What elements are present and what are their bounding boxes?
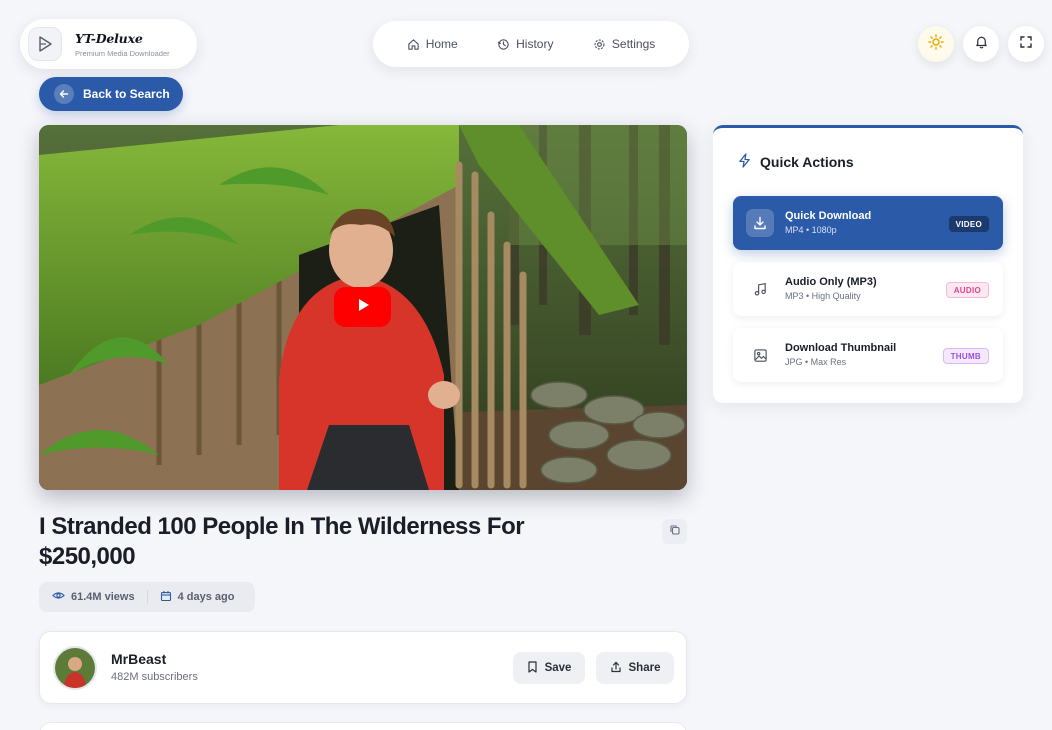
- channel-name[interactable]: MrBeast: [111, 651, 166, 667]
- arrow-left-icon: [54, 84, 74, 104]
- share-label: Share: [628, 662, 661, 674]
- nav-history[interactable]: History: [497, 37, 553, 51]
- sun-icon: [928, 33, 944, 55]
- video-title: I Stranded 100 People In The Wilderness …: [39, 513, 525, 570]
- eye-icon: [52, 589, 65, 605]
- notifications-button[interactable]: [963, 26, 999, 62]
- audio-only-title: Audio Only (MP3): [785, 276, 877, 288]
- save-button[interactable]: Save: [513, 652, 585, 684]
- gear-icon: [593, 38, 606, 51]
- home-icon: [407, 38, 420, 51]
- main-nav: Home History Settings: [373, 21, 689, 67]
- history-icon: [497, 38, 510, 51]
- nav-settings[interactable]: Settings: [593, 37, 655, 51]
- view-count: 61.4M views: [71, 591, 135, 603]
- download-icon: [746, 209, 774, 237]
- play-icon: [354, 296, 372, 319]
- quick-actions-panel: Quick Actions Quick Download MP4 • 1080p…: [713, 125, 1023, 403]
- copy-title-button[interactable]: [662, 519, 687, 544]
- brand-logo[interactable]: YT-Deluxe Premium Media Downloader: [20, 19, 197, 69]
- quick-download-format: MP4 • 1080p: [785, 225, 837, 235]
- brand-tagline: Premium Media Downloader: [75, 48, 170, 58]
- share-icon: [610, 661, 622, 676]
- audio-only-format: MP3 • High Quality: [785, 291, 861, 301]
- subscriber-count: 482M subscribers: [111, 671, 198, 683]
- share-button[interactable]: Share: [596, 652, 674, 684]
- fullscreen-button[interactable]: [1008, 26, 1044, 62]
- quick-actions-title: Quick Actions: [760, 154, 854, 170]
- download-thumbnail-title: Download Thumbnail: [785, 342, 897, 354]
- nav-history-label: History: [516, 37, 554, 51]
- video-meta: 61.4M views 4 days ago: [39, 582, 255, 612]
- nav-settings-label: Settings: [611, 37, 656, 51]
- publish-date: 4 days ago: [177, 591, 235, 603]
- play-logo-icon: [28, 27, 62, 61]
- save-label: Save: [544, 662, 572, 674]
- back-to-search-label: Back to Search: [83, 87, 170, 101]
- bell-icon: [974, 34, 989, 54]
- meta-divider: [146, 590, 148, 604]
- quick-download-button[interactable]: Quick Download MP4 • 1080p VIDEO: [733, 196, 1003, 250]
- audio-tag-badge: AUDIO: [945, 282, 989, 298]
- fullscreen-icon: [1019, 35, 1033, 54]
- theme-toggle-button[interactable]: [918, 26, 954, 62]
- calendar-icon: [160, 590, 172, 605]
- copy-icon: [669, 523, 681, 541]
- back-to-search-button[interactable]: Back to Search: [39, 77, 183, 111]
- channel-card: MrBeast 482M subscribers Save Share: [39, 631, 687, 704]
- description-card: [39, 722, 687, 730]
- video-tag-badge: VIDEO: [948, 216, 989, 232]
- audio-only-button[interactable]: Audio Only (MP3) MP3 • High Quality AUDI…: [733, 262, 1003, 316]
- thumb-tag-badge: THUMB: [942, 348, 989, 364]
- video-player[interactable]: [39, 125, 687, 490]
- avatar[interactable]: [53, 646, 97, 690]
- music-note-icon: [746, 275, 774, 303]
- bookmark-icon: [527, 660, 538, 676]
- play-button[interactable]: [334, 287, 391, 327]
- brand-name: YT-Deluxe: [75, 30, 143, 46]
- image-icon: [746, 341, 774, 369]
- download-thumbnail-format: JPG • Max Res: [785, 357, 847, 367]
- download-thumbnail-button[interactable]: Download Thumbnail JPG • Max Res THUMB: [733, 328, 1003, 382]
- nav-home-label: Home: [425, 37, 458, 51]
- nav-home[interactable]: Home: [407, 37, 458, 51]
- lightning-icon: [737, 153, 752, 171]
- quick-download-title: Quick Download: [785, 210, 872, 222]
